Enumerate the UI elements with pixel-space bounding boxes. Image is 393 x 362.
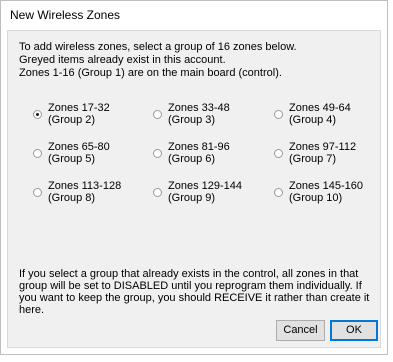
radio-group-2[interactable]: Zones 17-32 (Group 2) (33, 102, 151, 132)
radio-group-9[interactable]: Zones 129-144 (Group 9) (153, 180, 271, 210)
radio-label: Zones 129-144 (Group 9) (168, 180, 242, 204)
cancel-button[interactable]: Cancel (276, 320, 325, 341)
radio-button[interactable] (274, 110, 283, 119)
radio-button[interactable] (153, 149, 162, 158)
group-number: (Group 2) (48, 114, 96, 126)
zones-range: Zones 113-128 (48, 180, 122, 192)
radio-label: Zones 49-64 (Group 4) (289, 102, 351, 126)
group-number: (Group 8) (48, 192, 96, 204)
intro-text: To add wireless zones, select a group of… (19, 41, 359, 80)
ok-button[interactable]: OK (330, 320, 378, 341)
radio-label: Zones 81-96 (Group 6) (168, 141, 230, 165)
radio-label: Zones 97-112 (Group 7) (289, 141, 356, 165)
zones-range: Zones 65-80 (48, 141, 110, 153)
radio-button[interactable] (33, 149, 42, 158)
radio-button-checked[interactable] (33, 110, 42, 119)
intro-line: Zones 1-16 (Group 1) are on the main boa… (19, 67, 282, 79)
group-number: (Group 4) (289, 114, 337, 126)
radio-label: Zones 113-128 (Group 8) (48, 180, 121, 204)
group-number: (Group 9) (168, 192, 216, 204)
warning-text: If you select a group that already exist… (19, 268, 375, 316)
group-number: (Group 3) (168, 114, 216, 126)
zones-range: Zones 81-96 (168, 141, 230, 153)
intro-line: To add wireless zones, select a group of… (19, 41, 297, 53)
group-number: (Group 7) (289, 153, 337, 165)
radio-group-10[interactable]: Zones 145-160 (Group 10) (274, 180, 392, 210)
radio-group-5[interactable]: Zones 65-80 (Group 5) (33, 141, 151, 171)
warning-line: here. (19, 304, 45, 316)
warning-line: group will be set to DISABLED until you … (19, 280, 362, 292)
group-number: (Group 10) (289, 192, 343, 204)
window-title: New Wireless Zones (10, 8, 121, 22)
radio-button[interactable] (153, 110, 162, 119)
radio-group-4[interactable]: Zones 49-64 (Group 4) (274, 102, 392, 132)
radio-group-8[interactable]: Zones 113-128 (Group 8) (33, 180, 151, 210)
title-bar[interactable]: New Wireless Zones (1, 1, 387, 29)
radio-button[interactable] (33, 188, 42, 197)
warning-line: If you select a group that already exist… (19, 268, 359, 280)
radio-button[interactable] (153, 188, 162, 197)
intro-line: Greyed items already exist in this accou… (19, 54, 226, 66)
radio-button[interactable] (274, 188, 283, 197)
zones-range: Zones 17-32 (48, 102, 110, 114)
radio-label: Zones 145-160 (Group 10) (289, 180, 363, 204)
zones-range: Zones 33-48 (168, 102, 230, 114)
group-number: (Group 5) (48, 153, 96, 165)
radio-label: Zones 17-32 (Group 2) (48, 102, 110, 126)
radio-group-6[interactable]: Zones 81-96 (Group 6) (153, 141, 271, 171)
zones-range: Zones 97-112 (289, 141, 357, 153)
radio-group-7[interactable]: Zones 97-112 (Group 7) (274, 141, 392, 171)
zones-range: Zones 49-64 (289, 102, 351, 114)
radio-group-3[interactable]: Zones 33-48 (Group 3) (153, 102, 271, 132)
zones-range: Zones 145-160 (289, 180, 363, 192)
radio-label: Zones 33-48 (Group 3) (168, 102, 230, 126)
zones-range: Zones 129-144 (168, 180, 242, 192)
radio-button[interactable] (274, 149, 283, 158)
group-number: (Group 6) (168, 153, 216, 165)
radio-label: Zones 65-80 (Group 5) (48, 141, 110, 165)
warning-line: you want to keep the group, you should R… (19, 292, 370, 304)
